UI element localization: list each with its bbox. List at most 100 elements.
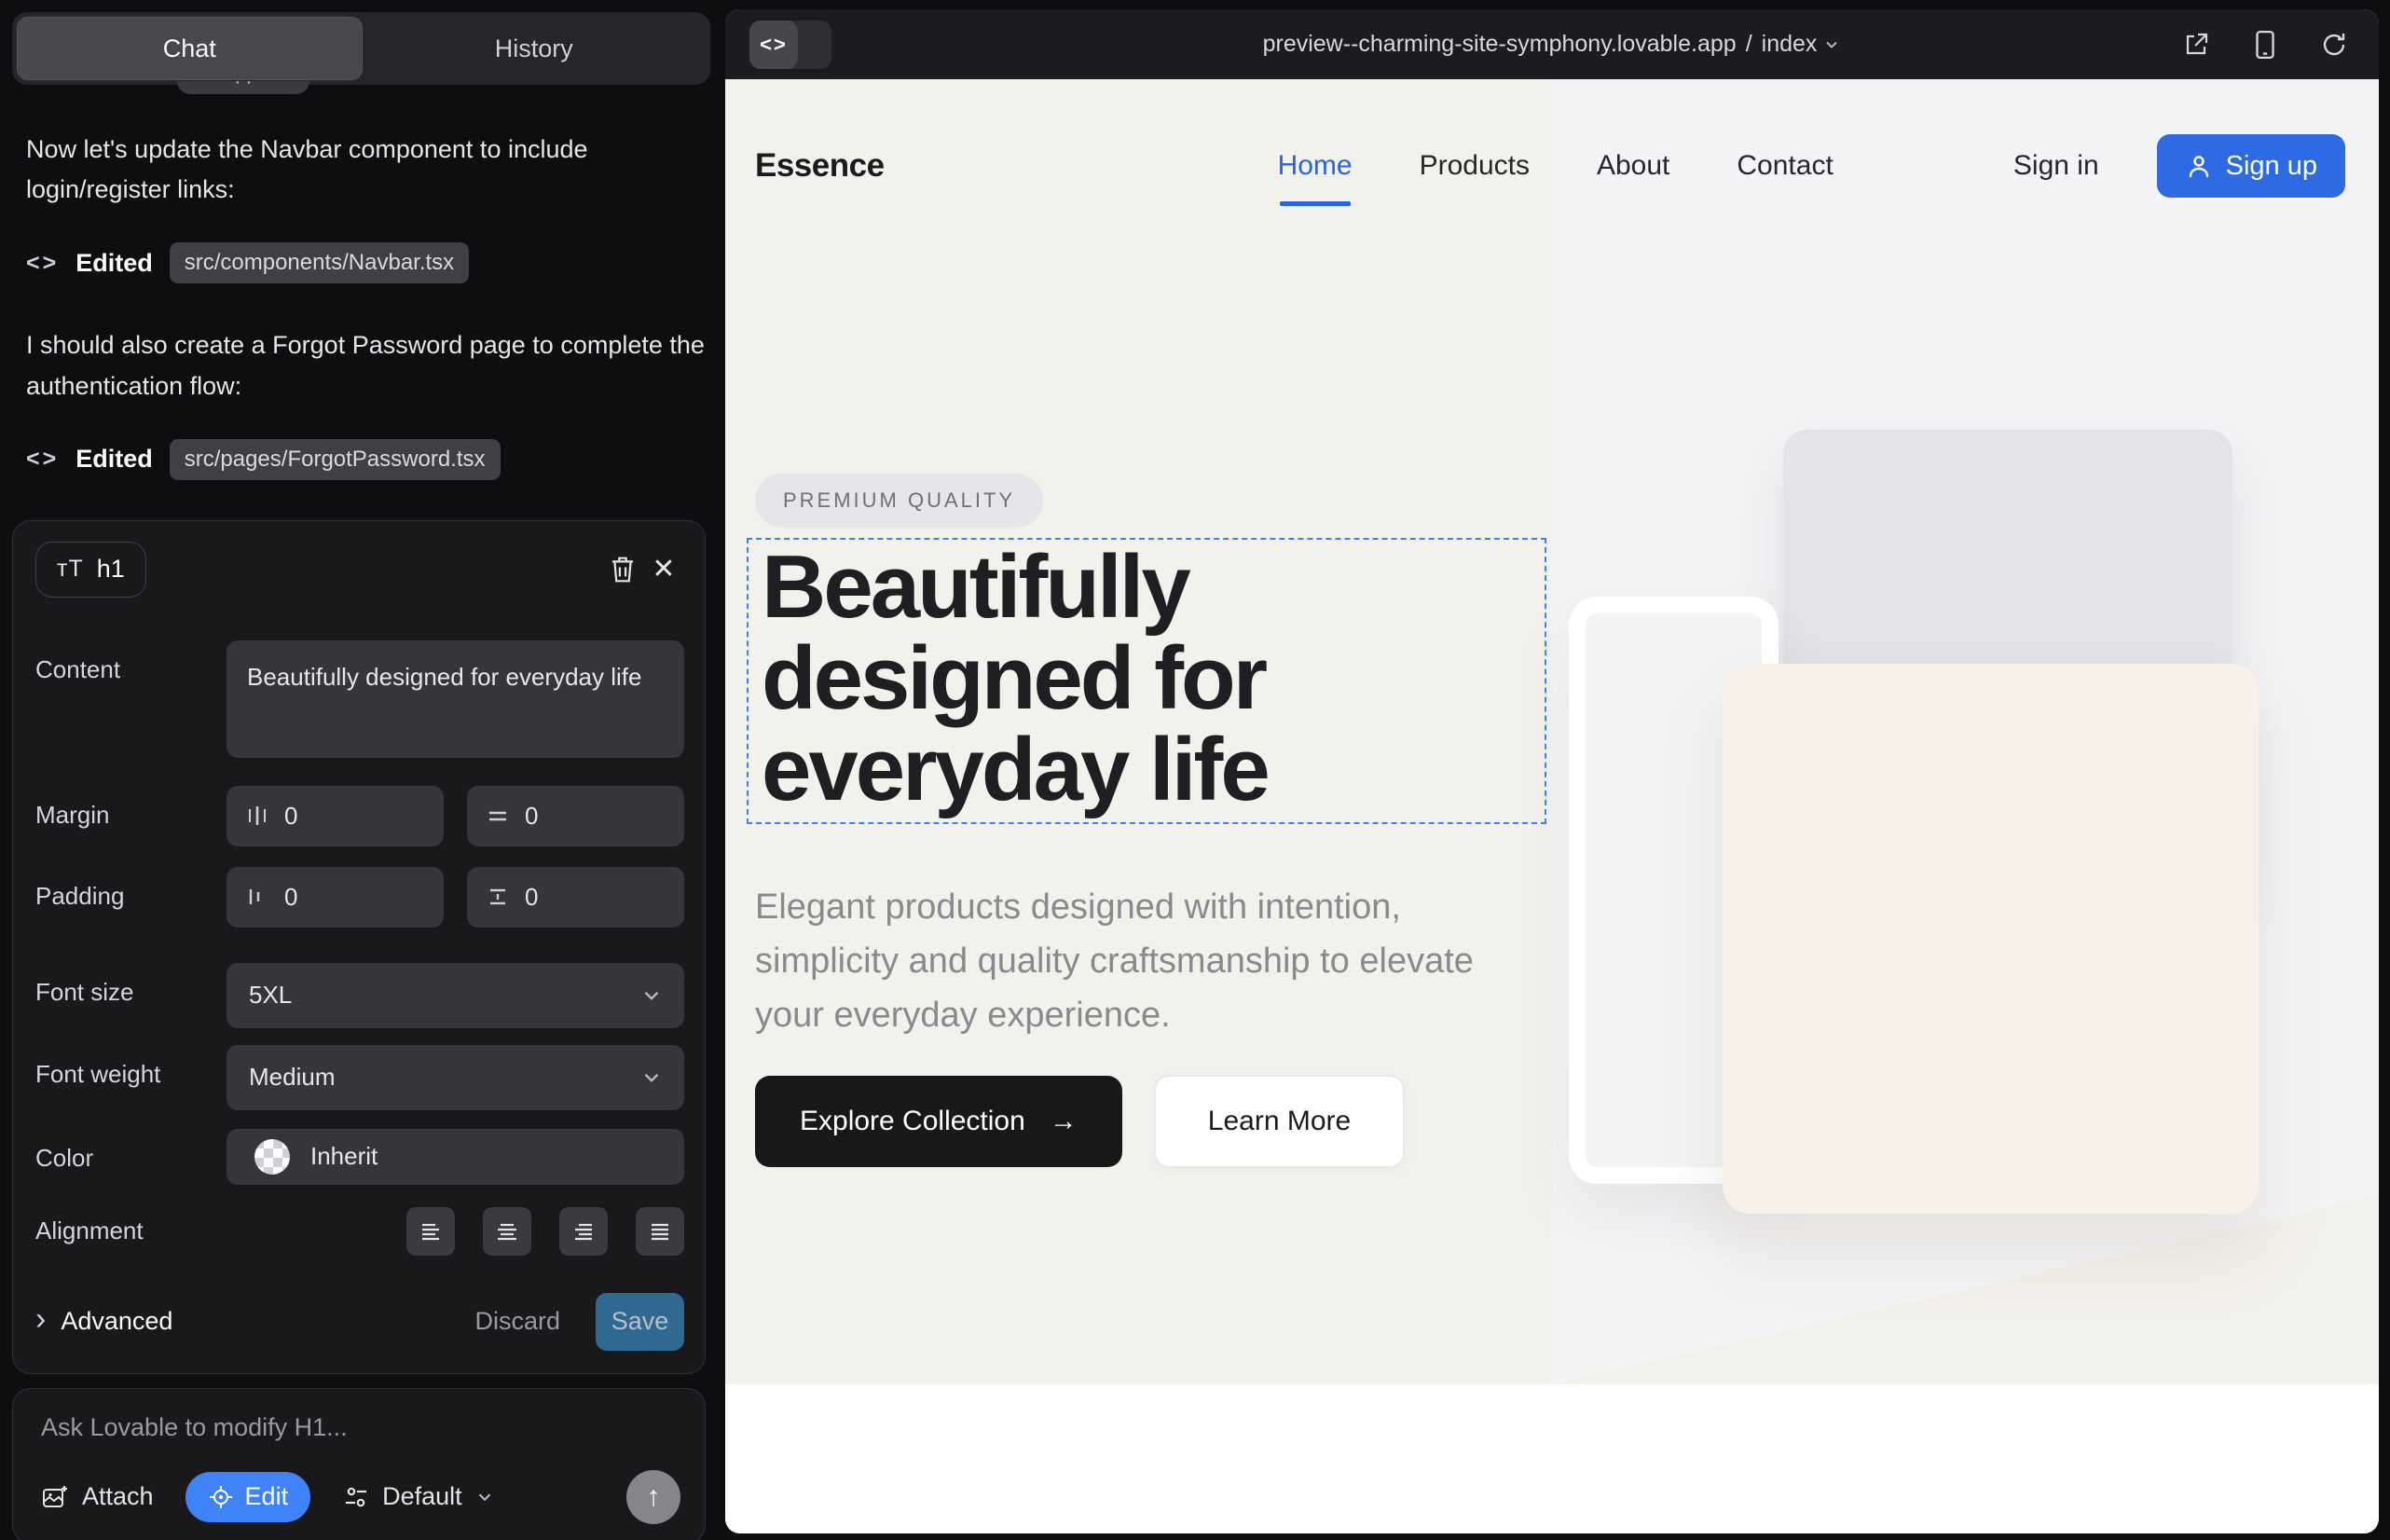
panel-tabbar: Chat History — [12, 12, 710, 85]
refresh-button[interactable] — [2314, 24, 2355, 65]
edited-label: Edited — [76, 249, 153, 278]
alignment-label: Alignment — [35, 1217, 227, 1245]
tab-history[interactable]: History — [363, 17, 707, 80]
send-button[interactable]: ↑ — [626, 1470, 680, 1524]
align-left-button[interactable] — [406, 1207, 455, 1256]
mobile-view-button[interactable] — [2245, 24, 2286, 65]
chevron-right-icon: › — [35, 1303, 46, 1335]
margin-horizontal-icon — [245, 804, 269, 828]
open-external-button[interactable] — [2176, 24, 2217, 65]
tab-chat[interactable]: Chat — [17, 17, 363, 80]
selected-element-outline[interactable]: Beautifully designed for everyday life — [747, 538, 1546, 824]
attach-image-icon — [41, 1483, 69, 1511]
preview-url-bar: preview--charming-site-symphony.lovable.… — [725, 31, 2379, 58]
prompt-placeholder[interactable]: Ask Lovable to modify H1... — [41, 1413, 680, 1442]
trash-icon — [609, 555, 637, 584]
preview-window: <> preview--charming-site-symphony.lovab… — [725, 9, 2379, 1533]
assistant-message: I should also create a Forgot Password p… — [26, 325, 705, 406]
margin-vertical-icon — [486, 804, 510, 828]
preview-toolbar: <> preview--charming-site-symphony.lovab… — [725, 9, 2379, 79]
save-button[interactable]: Save — [596, 1293, 684, 1351]
external-link-icon — [2182, 31, 2210, 59]
attach-button[interactable]: Attach — [41, 1482, 154, 1511]
color-select[interactable]: Inherit — [227, 1129, 684, 1185]
align-right-button[interactable] — [559, 1207, 608, 1256]
align-center-button[interactable] — [483, 1207, 531, 1256]
user-icon — [2185, 152, 2213, 180]
align-justify-button[interactable] — [636, 1207, 684, 1256]
edited-label: Edited — [76, 445, 153, 474]
align-left-icon — [418, 1218, 444, 1244]
file-chip[interactable]: src/pages/ForgotPassword.tsx — [170, 439, 501, 480]
code-icon: <> — [26, 446, 59, 473]
lovable-app: Chat History · · Now let's update the Na… — [0, 0, 2390, 1540]
color-label: Color — [35, 1129, 227, 1173]
align-center-icon — [494, 1218, 520, 1244]
color-swatch-icon — [254, 1139, 290, 1175]
crosshair-icon — [208, 1484, 234, 1510]
text-size-icon: тT — [57, 556, 84, 583]
chat-panel: Chat History · · Now let's update the Na… — [0, 0, 725, 1540]
decorative-card-peach — [1723, 664, 2259, 1214]
chevron-down-icon — [639, 1066, 664, 1090]
code-view-button[interactable]: <> — [749, 21, 798, 69]
font-weight-label: Font weight — [35, 1045, 227, 1089]
scrolled-chip-fragment: · · — [177, 81, 309, 94]
code-preview-toggle: <> — [749, 21, 831, 69]
nav-link-contact[interactable]: Contact — [1737, 150, 1833, 182]
selected-element-badge[interactable]: тT h1 — [35, 542, 146, 598]
element-editor-panel: тT h1 ✕ Content Beaut — [12, 520, 706, 1374]
hero-heading[interactable]: Beautifully designed for everyday life — [762, 542, 1507, 816]
phone-icon — [2253, 30, 2277, 60]
content-label: Content — [35, 640, 227, 684]
explore-collection-button[interactable]: Explore Collection → — [755, 1076, 1122, 1167]
sign-in-link[interactable]: Sign in — [2013, 150, 2099, 182]
edited-file-row: <> Edited src/pages/ForgotPassword.tsx — [26, 438, 710, 481]
font-weight-select[interactable]: Medium — [227, 1045, 684, 1110]
preview-page-selector[interactable]: index — [1762, 31, 1842, 58]
chevron-down-icon — [474, 1487, 495, 1507]
close-editor-button[interactable]: ✕ — [643, 549, 684, 590]
site-navbar: Essence Home Products About Contact Sign… — [725, 79, 2379, 199]
refresh-icon — [2320, 31, 2348, 59]
site-logo[interactable]: Essence — [755, 147, 885, 185]
arrow-right-icon: → — [1050, 1106, 1078, 1137]
preview-url-host[interactable]: preview--charming-site-symphony.lovable.… — [1263, 31, 1737, 58]
model-selector[interactable]: Default — [342, 1482, 495, 1511]
sign-up-button[interactable]: Sign up — [2157, 134, 2345, 198]
font-size-select[interactable]: 5XL — [227, 963, 684, 1028]
align-justify-icon — [647, 1218, 673, 1244]
site-hero-section: Essence Home Products About Contact Sign… — [725, 79, 2379, 1384]
close-icon: ✕ — [652, 553, 675, 585]
premium-quality-badge: PREMIUM QUALITY — [755, 474, 1043, 528]
edited-file-row: <> Edited src/components/Navbar.tsx — [26, 241, 710, 284]
align-right-icon — [570, 1218, 597, 1244]
edit-mode-button[interactable]: Edit — [185, 1472, 311, 1522]
discard-button[interactable]: Discard — [474, 1307, 560, 1336]
delete-element-button[interactable] — [602, 549, 643, 590]
padding-y-input[interactable]: 0 — [467, 867, 684, 928]
margin-label: Margin — [35, 786, 227, 830]
advanced-toggle[interactable]: › Advanced — [35, 1306, 172, 1338]
file-chip[interactable]: src/components/Navbar.tsx — [170, 242, 469, 283]
prompt-input-card[interactable]: Ask Lovable to modify H1... Attach — [12, 1388, 706, 1540]
margin-y-input[interactable]: 0 — [467, 786, 684, 846]
learn-more-button[interactable]: Learn More — [1154, 1075, 1405, 1168]
url-separator: / — [1746, 31, 1752, 58]
nav-link-home[interactable]: Home — [1278, 150, 1353, 182]
arrow-up-icon: ↑ — [647, 1481, 661, 1513]
sliders-icon — [342, 1483, 370, 1511]
chevron-down-icon — [1822, 35, 1841, 54]
font-size-label: Font size — [35, 963, 227, 1007]
element-tag: h1 — [97, 555, 125, 584]
nav-link-products[interactable]: Products — [1420, 150, 1530, 182]
content-input[interactable]: Beautifully designed for everyday life — [227, 640, 684, 758]
padding-horizontal-icon — [245, 885, 269, 909]
padding-x-input[interactable]: 0 — [227, 867, 444, 928]
padding-vertical-icon — [486, 885, 510, 909]
chevron-down-icon — [639, 983, 664, 1008]
padding-label: Padding — [35, 867, 227, 911]
nav-link-about[interactable]: About — [1597, 150, 1669, 182]
site-next-section — [725, 1384, 2379, 1533]
margin-x-input[interactable]: 0 — [227, 786, 444, 846]
